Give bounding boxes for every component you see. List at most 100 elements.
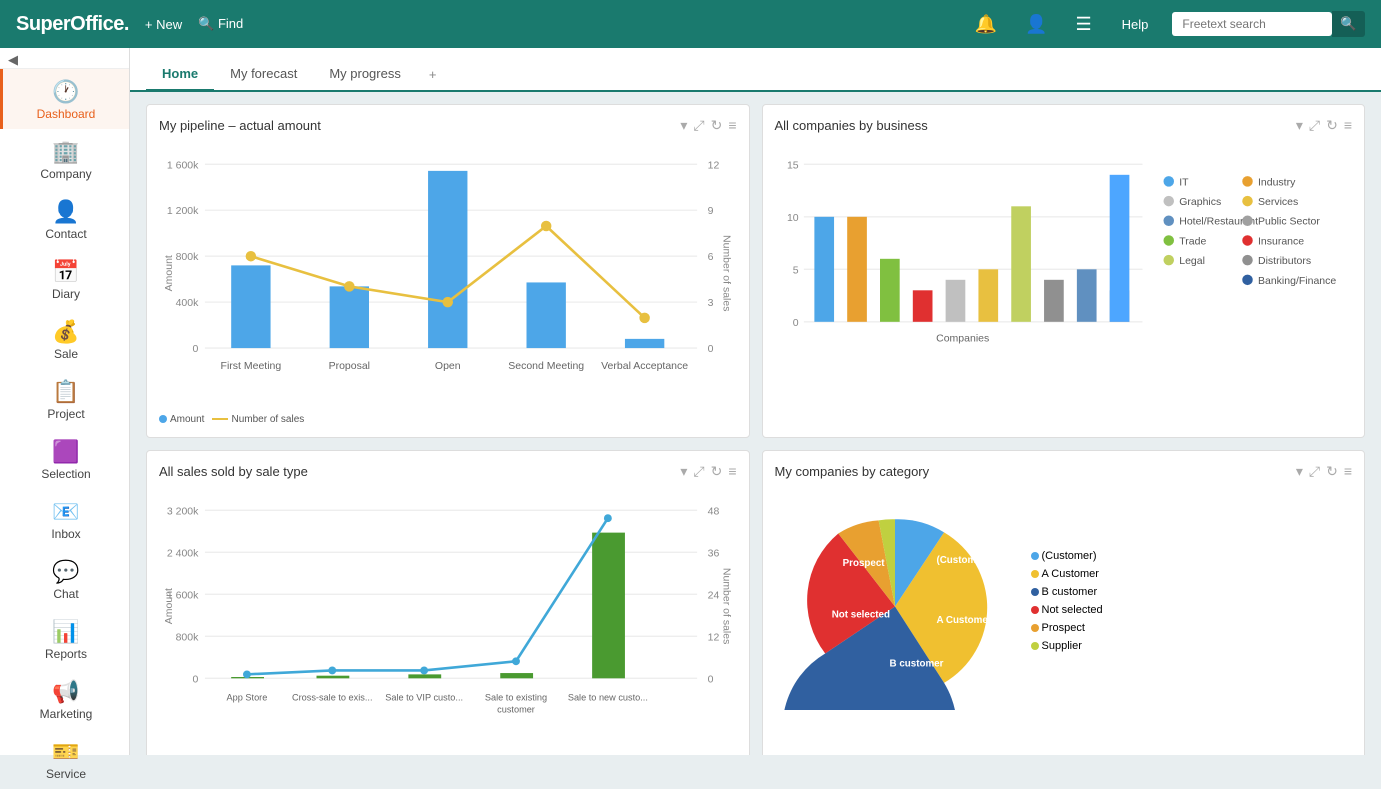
main-content: Home My forecast My progress + My pipeli… bbox=[130, 48, 1381, 755]
sidebar-item-service[interactable]: 🎫 Service bbox=[0, 729, 129, 789]
tab-add-button[interactable]: + bbox=[417, 59, 449, 90]
svg-text:1 600k: 1 600k bbox=[167, 159, 199, 171]
cc-refresh-icon[interactable]: ↻ bbox=[1326, 463, 1338, 480]
svg-text:5: 5 bbox=[792, 264, 798, 276]
user-avatar[interactable]: 👤 bbox=[1025, 14, 1047, 35]
cc-legend-not-selected: Not selected bbox=[1031, 604, 1103, 616]
cc-a-customer-dot bbox=[1031, 570, 1039, 578]
sidebar: ◀ 🕐 Dashboard 🏢 Company 👤 Contact 📅 Diar… bbox=[0, 48, 130, 755]
tab-home[interactable]: Home bbox=[146, 58, 214, 92]
svg-text:0: 0 bbox=[792, 317, 798, 329]
cc-a-customer-label: A Customer bbox=[1042, 568, 1099, 580]
sidebar-item-company[interactable]: 🏢 Company bbox=[0, 129, 129, 189]
cb-menu-icon[interactable]: ≡ bbox=[1344, 117, 1352, 134]
navbar: SuperOffice. + New 🔍 Find 🔔 👤 ☰ Help 🔍 bbox=[0, 0, 1381, 48]
st-expand-icon[interactable]: ⤢ bbox=[693, 463, 704, 480]
cc-b-customer-dot bbox=[1031, 588, 1039, 596]
companies-category-chart-title: My companies by category bbox=[775, 464, 930, 479]
cb-dropdown-icon[interactable]: ▾ bbox=[1296, 117, 1303, 134]
menu-icon[interactable]: ☰ bbox=[1076, 14, 1092, 35]
pipeline-dropdown-icon[interactable]: ▾ bbox=[680, 117, 687, 134]
pipeline-legend: Amount Number of sales bbox=[159, 414, 737, 425]
sidebar-item-selection[interactable]: 🟪 Selection bbox=[0, 429, 129, 489]
charts-row-2: All sales sold by sale type ▾ ⤢ ↻ ≡ 3 20… bbox=[146, 450, 1365, 756]
cc-customer-label: (Customer) bbox=[1042, 550, 1097, 562]
svg-text:800k: 800k bbox=[176, 631, 200, 643]
svg-text:0: 0 bbox=[193, 673, 199, 685]
service-icon: 🎫 bbox=[52, 739, 79, 765]
svg-text:Trade: Trade bbox=[1179, 235, 1206, 247]
help-link[interactable]: Help bbox=[1122, 17, 1149, 32]
pipeline-chart-card: My pipeline – actual amount ▾ ⤢ ↻ ≡ 1 60… bbox=[146, 104, 750, 438]
svg-text:B customer: B customer bbox=[889, 658, 943, 669]
notification-icon[interactable]: 🔔 bbox=[975, 14, 997, 35]
svg-text:0: 0 bbox=[708, 673, 714, 685]
search-input[interactable] bbox=[1172, 12, 1332, 36]
companies-category-chart-header: My companies by category ▾ ⤢ ↻ ≡ bbox=[775, 463, 1353, 480]
svg-text:Verbal Acceptance: Verbal Acceptance bbox=[601, 360, 688, 372]
cb-refresh-icon[interactable]: ↻ bbox=[1326, 117, 1338, 134]
svg-text:12: 12 bbox=[708, 631, 720, 643]
cc-expand-icon[interactable]: ⤢ bbox=[1309, 463, 1320, 480]
st-dropdown-icon[interactable]: ▾ bbox=[680, 463, 687, 480]
sidebar-item-dashboard[interactable]: 🕐 Dashboard bbox=[0, 69, 129, 129]
svg-text:Banking/Finance: Banking/Finance bbox=[1258, 275, 1336, 287]
cb-expand-icon[interactable]: ⤢ bbox=[1309, 117, 1320, 134]
st-refresh-icon[interactable]: ↻ bbox=[711, 463, 723, 480]
sidebar-item-label-marketing: Marketing bbox=[40, 707, 93, 721]
svg-text:10: 10 bbox=[786, 212, 798, 224]
svg-text:Open: Open bbox=[435, 360, 461, 372]
sidebar-item-label-sale: Sale bbox=[54, 347, 78, 361]
sale-icon: 💰 bbox=[52, 319, 79, 345]
sidebar-item-label-company: Company bbox=[40, 167, 91, 181]
pipeline-chart-title: My pipeline – actual amount bbox=[159, 118, 321, 133]
svg-text:Legal: Legal bbox=[1179, 255, 1205, 267]
dashboard-content: My pipeline – actual amount ▾ ⤢ ↻ ≡ 1 60… bbox=[130, 92, 1381, 755]
svg-text:0: 0 bbox=[708, 343, 714, 355]
svg-text:2 400k: 2 400k bbox=[167, 547, 199, 559]
svg-text:Number of sales: Number of sales bbox=[720, 567, 732, 643]
sidebar-item-chat[interactable]: 💬 Chat bbox=[0, 549, 129, 609]
cc-legend-a-customer: A Customer bbox=[1031, 568, 1103, 580]
sidebar-item-sale[interactable]: 💰 Sale bbox=[0, 309, 129, 369]
cc-not-selected-dot bbox=[1031, 606, 1039, 614]
contact-icon: 👤 bbox=[52, 199, 79, 225]
project-icon: 📋 bbox=[52, 379, 79, 405]
find-button[interactable]: 🔍 Find bbox=[198, 16, 243, 32]
svg-text:(Customer): (Customer) bbox=[936, 554, 988, 565]
cc-prospect-dot bbox=[1031, 624, 1039, 632]
sidebar-item-contact[interactable]: 👤 Contact bbox=[0, 189, 129, 249]
pipeline-menu-icon[interactable]: ≡ bbox=[728, 117, 736, 134]
svg-text:400k: 400k bbox=[176, 297, 200, 309]
svg-text:15: 15 bbox=[786, 159, 798, 171]
svg-text:Sale to existing: Sale to existing bbox=[485, 692, 547, 702]
tab-progress[interactable]: My progress bbox=[313, 58, 417, 92]
pipeline-expand-icon[interactable]: ⤢ bbox=[693, 117, 704, 134]
sidebar-collapse-button[interactable]: ◀ bbox=[0, 52, 129, 69]
svg-text:A Customer: A Customer bbox=[936, 614, 991, 625]
pipeline-refresh-icon[interactable]: ↻ bbox=[711, 117, 723, 134]
sales-type-chart-title: All sales sold by sale type bbox=[159, 464, 308, 479]
svg-text:Second Meeting: Second Meeting bbox=[508, 360, 584, 372]
sidebar-item-diary[interactable]: 📅 Diary bbox=[0, 249, 129, 309]
search-button[interactable]: 🔍 bbox=[1332, 11, 1365, 37]
st-menu-icon[interactable]: ≡ bbox=[728, 463, 736, 480]
cc-legend-b-customer: B customer bbox=[1031, 586, 1103, 598]
companies-business-chart-title: All companies by business bbox=[775, 118, 928, 133]
sidebar-item-marketing[interactable]: 📢 Marketing bbox=[0, 669, 129, 729]
diary-icon: 📅 bbox=[52, 259, 79, 285]
companies-category-controls: ▾ ⤢ ↻ ≡ bbox=[1296, 463, 1352, 480]
companies-category-legend: (Customer) A Customer B customer bbox=[1031, 550, 1103, 652]
sidebar-item-project[interactable]: 📋 Project bbox=[0, 369, 129, 429]
tab-forecast[interactable]: My forecast bbox=[214, 58, 313, 92]
cc-dropdown-icon[interactable]: ▾ bbox=[1296, 463, 1303, 480]
cc-menu-icon[interactable]: ≡ bbox=[1344, 463, 1352, 480]
companies-business-chart-card: All companies by business ▾ ⤢ ↻ ≡ 15 10 … bbox=[762, 104, 1366, 438]
sidebar-item-reports[interactable]: 📊 Reports bbox=[0, 609, 129, 669]
svg-text:Cross-sale to exis...: Cross-sale to exis... bbox=[292, 692, 373, 702]
sales-type-svg: 3 200k 2 400k 1 600k 800k 0 Amount 48 36… bbox=[159, 488, 737, 751]
svg-text:3: 3 bbox=[708, 297, 714, 309]
sidebar-item-inbox[interactable]: 📧 Inbox bbox=[0, 489, 129, 549]
companies-business-svg: 15 10 5 0 bbox=[775, 142, 1353, 405]
new-button[interactable]: + New bbox=[145, 17, 182, 32]
